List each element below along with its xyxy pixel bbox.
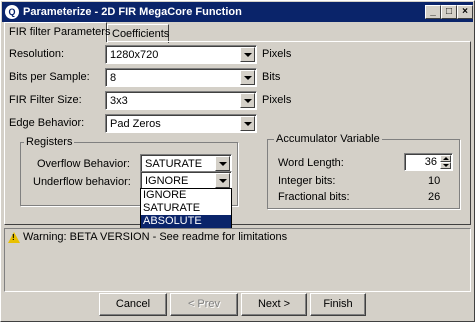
edge-behavior-value: Pad Zeros (110, 118, 161, 130)
close-button[interactable]: × (457, 5, 473, 19)
app-icon: Q (5, 5, 19, 19)
resolution-select[interactable]: 1280x720 (105, 45, 257, 64)
dropdown-option-ignore[interactable]: IGNORE (141, 189, 231, 202)
word-length-spinner[interactable]: 36 (404, 153, 453, 171)
resolution-value: 1280x720 (110, 49, 159, 61)
warning-message: Warning: BETA VERSION - See readme for l… (23, 231, 288, 243)
filter-size-unit: Pixels (262, 94, 292, 106)
overflow-behavior-label: Overflow Behavior: (37, 158, 130, 170)
title-bar[interactable]: Q Parameterize - 2D FIR MegaCore Functio… (2, 2, 473, 22)
chevron-down-icon[interactable] (240, 47, 255, 62)
overflow-behavior-value: SATURATE (145, 158, 203, 170)
filter-size-value: 3x3 (110, 95, 128, 107)
word-length-label: Word Length: (278, 157, 344, 169)
edge-behavior-label: Edge Behavior: (9, 117, 85, 129)
spinner-up-icon[interactable] (440, 155, 451, 162)
bits-per-sample-unit: Bits (262, 71, 281, 83)
integer-bits-label: Integer bits: (278, 175, 336, 187)
dropdown-option-absolute[interactable]: ABSOLUTE (141, 215, 231, 228)
minimize-button[interactable]: _ (425, 5, 441, 19)
warning-icon: ! (8, 232, 20, 243)
accumulator-legend: Accumulator Variable (274, 133, 382, 145)
maximize-button[interactable]: □ (441, 5, 457, 19)
window-title: Parameterize - 2D FIR MegaCore Function (23, 6, 242, 18)
word-length-value: 36 (424, 156, 437, 168)
integer-bits-value: 10 (428, 175, 441, 187)
chevron-down-icon[interactable] (215, 173, 230, 188)
resolution-unit: Pixels (262, 48, 292, 60)
message-area: ! Warning: BETA VERSION - See readme for… (4, 228, 471, 292)
tab-fir-filter-parameters[interactable]: FIR filter Parameters (4, 22, 110, 42)
prev-button[interactable]: < Prev (170, 293, 238, 316)
filter-size-select[interactable]: 3x3 (105, 91, 257, 110)
finish-button[interactable]: Finish (310, 293, 366, 316)
bits-per-sample-value: 8 (110, 72, 117, 84)
filter-size-label: FIR Filter Size: (9, 94, 82, 106)
bits-per-sample-select[interactable]: 8 (105, 68, 257, 87)
fractional-bits-label: Fractional bits: (278, 191, 350, 203)
fractional-bits-value: 26 (428, 191, 441, 203)
chevron-down-icon[interactable] (240, 93, 255, 108)
next-button[interactable]: Next > (241, 293, 307, 316)
chevron-down-icon[interactable] (240, 116, 255, 131)
cancel-button[interactable]: Cancel (99, 293, 167, 316)
bits-per-sample-label: Bits per Sample: (9, 71, 90, 83)
registers-legend: Registers (24, 136, 75, 148)
dialog-window: Q Parameterize - 2D FIR MegaCore Functio… (0, 0, 475, 322)
chevron-down-icon[interactable] (215, 156, 230, 171)
resolution-label: Resolution: (9, 48, 65, 60)
underflow-behavior-label: Underflow behavior: (33, 176, 131, 188)
dropdown-option-saturate[interactable]: SATURATE (141, 202, 231, 215)
spinner-down-icon[interactable] (440, 162, 451, 169)
chevron-down-icon[interactable] (240, 70, 255, 85)
underflow-behavior-value: IGNORE (145, 175, 189, 187)
edge-behavior-select[interactable]: Pad Zeros (105, 114, 257, 133)
underflow-dropdown-list: IGNORE SATURATE ABSOLUTE (140, 188, 232, 228)
